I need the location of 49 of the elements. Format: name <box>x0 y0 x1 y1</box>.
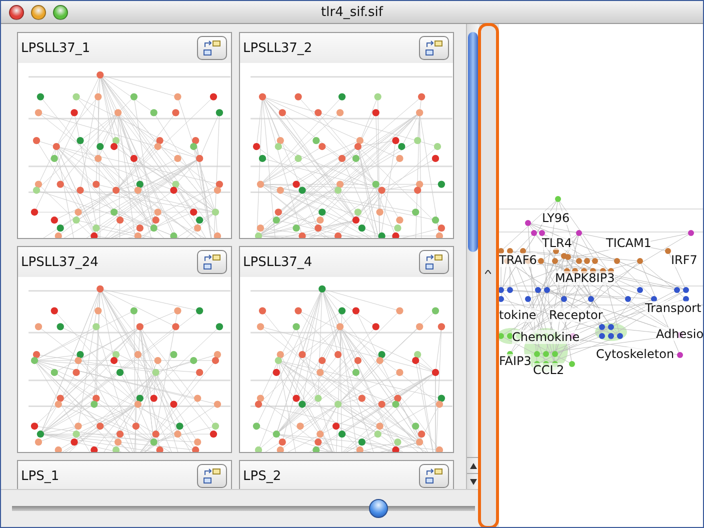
network-view[interactable]: LY96 TLR4 TICAM1 TRAF6 IRF7 MAPK8IP3 tokine Receptor Transport Chemokine Adhesio Cytoskeleton FAIP3 CCL2 <box>499 24 703 527</box>
zoom-button[interactable] <box>53 4 68 20</box>
node-label: CCL2 <box>533 363 564 377</box>
network-card[interactable]: LPSLL37_4 <box>239 246 454 453</box>
card-title: LPSLL37_4 <box>243 254 312 270</box>
node-label: Cytoskeleton <box>596 347 674 361</box>
node-label: Chemokine <box>512 330 580 344</box>
node-label: IRF7 <box>671 253 698 267</box>
network-card[interactable]: LPSLL37_2 <box>239 32 454 239</box>
network-card[interactable]: LPS_2 <box>239 460 454 489</box>
card-title: LPSLL37_1 <box>21 40 90 56</box>
layout-swap-icon <box>203 468 221 484</box>
layout-swap-icon <box>425 254 443 270</box>
node-label: Receptor <box>549 308 603 322</box>
node-label: LY96 <box>542 211 570 225</box>
network-card[interactable]: LPSLL37_1 <box>17 32 232 239</box>
node-label: TICAM1 <box>606 236 652 250</box>
node-label: FAIP3 <box>499 354 532 368</box>
node-label: MAPK8IP3 <box>555 271 615 285</box>
node-label: tokine <box>499 308 536 322</box>
swap-view-button[interactable] <box>419 36 449 60</box>
card-title: LPS_1 <box>21 468 60 484</box>
card-title: LPSLL37_24 <box>21 254 98 270</box>
caret-icon <box>485 270 491 274</box>
vertical-scrollbar[interactable] <box>466 24 479 489</box>
network-card[interactable]: LPS_1 <box>17 460 232 489</box>
swap-view-button[interactable] <box>419 250 449 274</box>
node-label: TRAF6 <box>499 253 537 267</box>
node-label: Transport <box>645 301 702 315</box>
layout-swap-icon <box>425 468 443 484</box>
down-arrow-icon <box>470 478 476 484</box>
minimize-button[interactable] <box>31 4 46 20</box>
swap-view-button[interactable] <box>197 250 227 274</box>
node-label: TLR4 <box>542 236 572 250</box>
card-title: LPSLL37_2 <box>243 40 312 56</box>
node-label: Adhesio <box>656 327 703 341</box>
close-button[interactable] <box>9 4 24 20</box>
layout-swap-icon <box>425 40 443 56</box>
slider-thumb[interactable] <box>368 499 388 518</box>
up-arrow-icon <box>470 462 476 468</box>
swap-view-button[interactable] <box>197 36 227 60</box>
swap-view-button[interactable] <box>419 464 449 488</box>
swap-view-button[interactable] <box>197 464 227 488</box>
layout-swap-icon <box>203 40 221 56</box>
window-title: tlr4_sif.sif <box>321 4 383 20</box>
network-card[interactable]: LPSLL37_24 <box>17 246 232 453</box>
layout-swap-icon <box>203 254 221 270</box>
scrollbar-thumb[interactable] <box>468 32 478 252</box>
card-title: LPS_2 <box>243 468 282 484</box>
